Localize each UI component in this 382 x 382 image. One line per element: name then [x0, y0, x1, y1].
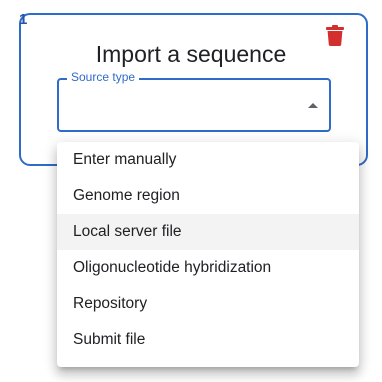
menu-item-oligonucleotide-hybridization[interactable]: Oligonucleotide hybridization [57, 250, 359, 286]
menu-item-submit-file[interactable]: Submit file [57, 322, 359, 358]
source-type-menu: Enter manually Genome region Local serve… [57, 142, 359, 367]
source-type-select[interactable] [57, 78, 331, 132]
menu-item-repository[interactable]: Repository [57, 286, 359, 322]
menu-item-genome-region[interactable]: Genome region [57, 178, 359, 214]
card-number: 1 [19, 11, 28, 28]
source-type-label: Source type [67, 70, 140, 84]
card-title: Import a sequence [95, 41, 287, 67]
menu-item-local-server-file[interactable]: Local server file [57, 214, 359, 250]
arrow-up-icon[interactable] [308, 103, 318, 108]
menu-item-enter-manually[interactable]: Enter manually [57, 142, 359, 178]
